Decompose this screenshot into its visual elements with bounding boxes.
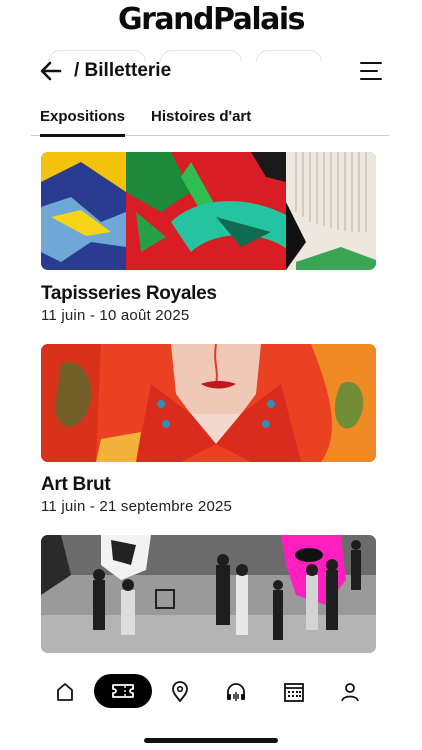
ticket-icon [112,684,134,698]
exhibition-dates: 11 juin - 10 août 2025 [41,307,190,324]
nav-calendar-button[interactable] [278,676,310,708]
tab-expositions[interactable]: Expositions [40,108,126,137]
exhibition-image-art-brut[interactable] [41,344,376,462]
home-indicator [144,738,278,743]
nav-home-button[interactable] [49,676,81,708]
exhibition-title[interactable]: Art Brut [41,474,111,496]
page-header: / Billetterie [38,56,388,86]
exhibition-image-tapisseries[interactable] [41,152,376,270]
arrow-left-icon [40,61,62,81]
nav-map-button[interactable] [164,676,196,708]
nav-tickets-button[interactable] [94,674,152,708]
hamburger-menu-icon [360,62,382,64]
bottom-navigation [0,668,422,716]
audioguide-headphones-icon [227,683,245,701]
home-icon [57,683,73,701]
nav-profile-button[interactable] [334,676,366,708]
tab-histoires-d-art[interactable]: Histoires d'art [151,108,251,136]
back-button[interactable] [38,58,64,84]
brand-logo: GrandPalais [117,2,306,37]
exhibition-dates: 11 juin - 21 septembre 2025 [41,498,233,515]
nav-audioguide-button[interactable] [220,676,252,708]
exhibition-tabs: Expositions Histoires d'art [31,106,389,137]
breadcrumb: / Billetterie [74,60,172,81]
calendar-icon [284,683,304,702]
menu-button[interactable] [360,60,384,82]
map-pin-icon [172,681,188,703]
exhibition-title[interactable]: Tapisseries Royales [41,283,217,305]
profile-icon [341,683,359,702]
exhibition-image-photo[interactable] [41,535,376,653]
